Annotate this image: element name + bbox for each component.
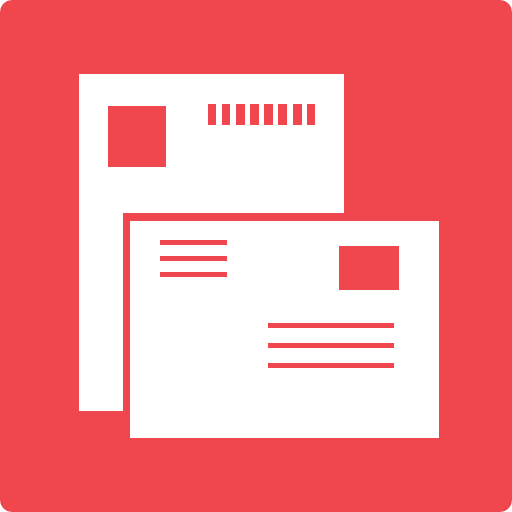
back-postcard-stamp	[108, 106, 166, 167]
postcards-app-icon	[0, 0, 512, 512]
postcards-envelopes-icon	[0, 0, 512, 512]
front-postcard	[123, 213, 446, 445]
front-postcard-stamp	[339, 246, 399, 290]
